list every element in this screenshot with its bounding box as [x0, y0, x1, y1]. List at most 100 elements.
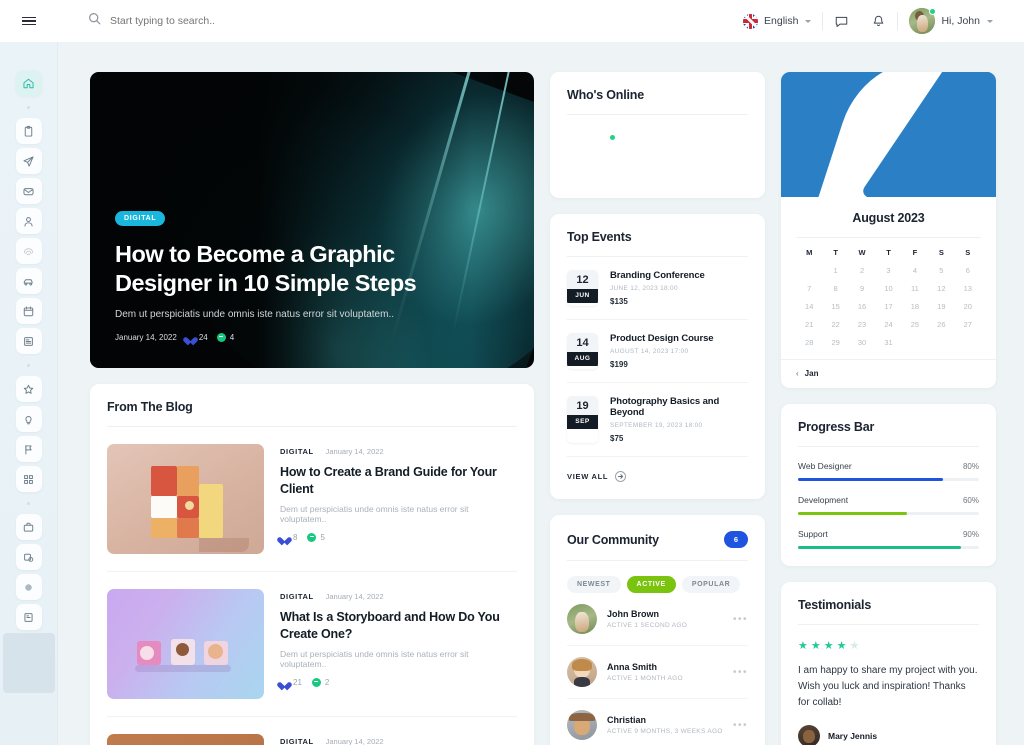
calendar-day-26[interactable]: 26	[928, 320, 954, 329]
sidebar-item-calendar[interactable]	[15, 298, 42, 324]
calendar-day-4[interactable]: 4	[902, 266, 928, 275]
progress-header: Web Designer 80%	[798, 461, 979, 471]
blog-post-category[interactable]: DIGITAL	[280, 447, 314, 456]
calendar-day-14[interactable]: 14	[796, 302, 822, 311]
tab-active[interactable]: ACTIVE	[626, 576, 676, 593]
calendar-day-9[interactable]: 9	[849, 284, 875, 293]
calendar-day-27[interactable]: 27	[955, 320, 981, 329]
star-icon[interactable]: ★	[824, 641, 834, 652]
language-selector[interactable]: English	[732, 13, 822, 29]
tab-newest[interactable]: NEWEST	[567, 576, 621, 593]
calendar-day-2[interactable]: 2	[849, 266, 875, 275]
blog-post-title[interactable]: How to Create a Brand Guide for Your Cli…	[280, 464, 517, 497]
calendar-prev-month[interactable]: ‹ Jan	[781, 359, 996, 388]
calendar-day-22[interactable]: 22	[822, 320, 848, 329]
event-name[interactable]: Branding Conference	[610, 270, 705, 281]
hero-category-badge[interactable]: DIGITAL	[115, 210, 166, 226]
sidebar-item-favorites[interactable]	[15, 376, 42, 402]
member-row[interactable]: Anna Smith ACTIVE 1 MONTH AGO •••	[567, 646, 748, 699]
event-name[interactable]: Product Design Course	[610, 333, 714, 344]
sidebar-scrollbar[interactable]	[3, 633, 55, 693]
sidebar-item-vehicles[interactable]	[15, 268, 42, 294]
sidebar-item-ideas[interactable]	[15, 406, 42, 432]
calendar-month-label: August 2023	[852, 211, 925, 225]
sidebar-item-jobs[interactable]	[15, 514, 42, 540]
online-user-avatar[interactable]	[567, 131, 617, 181]
calendar-day-30[interactable]: 30	[849, 338, 875, 347]
star-icon[interactable]: ★	[850, 641, 860, 652]
blog-post-title[interactable]: What Is a Storyboard and How Do You Crea…	[280, 609, 517, 642]
event-row[interactable]: 12 JUN Branding Conference JUNE 12, 2023…	[567, 257, 748, 320]
sidebar-item-profile[interactable]	[15, 208, 42, 234]
notifications-button[interactable]	[860, 14, 897, 29]
calendar-day-17[interactable]: 17	[875, 302, 901, 311]
user-menu[interactable]: Hi, John	[898, 8, 1004, 34]
calendar-day-5[interactable]: 5	[928, 266, 954, 275]
calendar-day-10[interactable]: 10	[875, 284, 901, 293]
calendar-day-18[interactable]: 18	[902, 302, 928, 311]
calendar-day-19[interactable]: 19	[928, 302, 954, 311]
member-name[interactable]: Anna Smith	[607, 662, 683, 672]
avatar	[567, 604, 597, 634]
member-row[interactable]: John Brown ACTIVE 1 SECOND AGO •••	[567, 593, 748, 646]
calendar-day-13[interactable]: 13	[955, 284, 981, 293]
member-options-icon[interactable]: •••	[733, 614, 748, 625]
calendar-day-23[interactable]: 23	[849, 320, 875, 329]
calendar-day-7[interactable]: 7	[796, 284, 822, 293]
member-row[interactable]: Christian ACTIVE 9 MONTHS, 3 WEEKS AGO •…	[567, 699, 748, 745]
member-options-icon[interactable]: •••	[733, 667, 748, 678]
calendar-day-20[interactable]: 20	[955, 302, 981, 311]
sidebar-item-security[interactable]	[15, 238, 42, 264]
calendar-day-8[interactable]: 8	[822, 284, 848, 293]
hamburger-menu-icon[interactable]	[0, 15, 58, 28]
sidebar-item-home[interactable]	[15, 70, 42, 96]
lightbulb-icon	[25, 415, 32, 424]
sidebar-item-tasks[interactable]	[15, 118, 42, 144]
sidebar-item-send[interactable]	[15, 148, 42, 174]
blog-post-row[interactable]: DIGITAL January 14, 2022	[107, 717, 517, 745]
calendar-day-11[interactable]: 11	[902, 284, 928, 293]
messages-button[interactable]	[823, 14, 860, 29]
blog-post-row[interactable]: DIGITAL January 14, 2022 How to Create a…	[107, 427, 517, 572]
sidebar-item-mail[interactable]	[15, 178, 42, 204]
calendar-day-12[interactable]: 12	[928, 284, 954, 293]
blog-post-row[interactable]: DIGITAL January 14, 2022 What Is a Story…	[107, 572, 517, 717]
sidebar-item-products[interactable]	[15, 544, 42, 570]
calendar-day-3[interactable]: 3	[875, 266, 901, 275]
view-all-events-link[interactable]: VIEW ALL	[567, 457, 748, 482]
star-icon[interactable]: ★	[811, 641, 821, 652]
event-name[interactable]: Photography Basics and Beyond	[610, 396, 748, 418]
member-name[interactable]: Christian	[607, 715, 723, 725]
sidebar-item-settings[interactable]	[15, 574, 42, 600]
calendar-day-24[interactable]: 24	[875, 320, 901, 329]
featured-article-hero[interactable]: DIGITAL How to Become a Graphic Designer…	[90, 72, 534, 368]
tab-popular[interactable]: POPULAR	[681, 576, 741, 593]
member-options-icon[interactable]: •••	[733, 720, 748, 731]
calendar-day-16[interactable]: 16	[849, 302, 875, 311]
blog-post-category[interactable]: DIGITAL	[280, 737, 314, 745]
search-input[interactable]	[110, 15, 370, 27]
blog-post-category[interactable]: DIGITAL	[280, 592, 314, 601]
global-search[interactable]	[88, 12, 732, 30]
calendar-day-28[interactable]: 28	[796, 338, 822, 347]
member-name[interactable]: John Brown	[607, 609, 687, 619]
calendar-day-29[interactable]: 29	[822, 338, 848, 347]
star-icon[interactable]: ★	[798, 641, 808, 652]
calendar-day-6[interactable]: 6	[955, 266, 981, 275]
calendar-day-15[interactable]: 15	[822, 302, 848, 311]
sidebar-item-flags[interactable]	[15, 436, 42, 462]
calendar-day-1[interactable]: 1	[822, 266, 848, 275]
sidebar-item-docs[interactable]	[15, 604, 42, 630]
star-icon[interactable]: ★	[837, 641, 847, 652]
hero-comments-count: 4	[229, 333, 235, 342]
event-row[interactable]: 14 AUG Product Design Course AUGUST 14, …	[567, 320, 748, 383]
calendar-day-31[interactable]: 31	[875, 338, 901, 347]
blog-post-likes: 21	[280, 678, 302, 687]
event-day: 19	[567, 396, 598, 415]
sidebar-item-news[interactable]	[15, 328, 42, 354]
calendar-day-25[interactable]: 25	[902, 320, 928, 329]
calendar-day-21[interactable]: 21	[796, 320, 822, 329]
event-row[interactable]: 19 SEP Photography Basics and Beyond SEP…	[567, 383, 748, 457]
sidebar-item-apps[interactable]	[15, 466, 42, 492]
hero-title: How to Become a Graphic Designer in 10 S…	[115, 240, 417, 296]
